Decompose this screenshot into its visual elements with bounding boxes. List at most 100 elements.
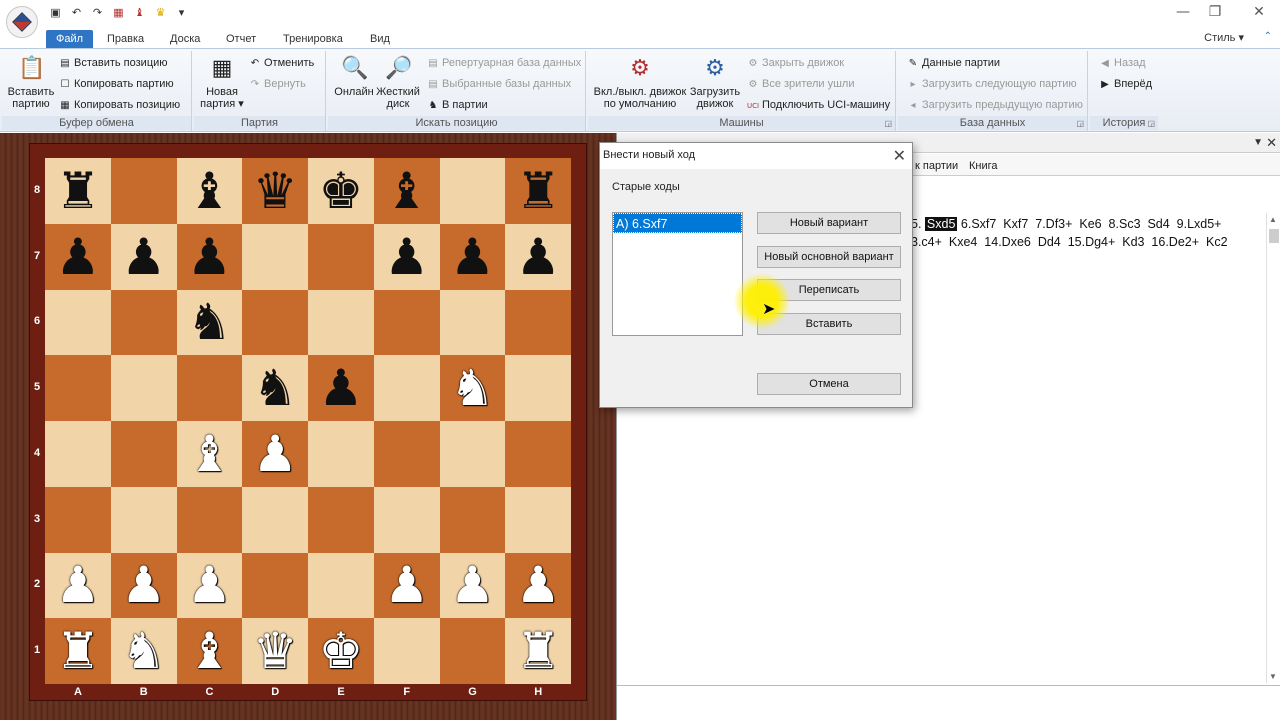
square-a3[interactable] — [45, 486, 111, 553]
game-data-button[interactable]: ✎ Данные партии — [906, 55, 1000, 71]
tab-board[interactable]: Доска — [160, 30, 210, 48]
black-king-icon[interactable]: ♚ — [318, 166, 363, 216]
copy-game-button[interactable]: ☐ Копировать партию — [58, 76, 174, 92]
square-h7[interactable]: ♟ — [505, 223, 571, 290]
square-a1[interactable]: ♜ — [45, 618, 111, 684]
engines-launcher-icon[interactable]: ◲ — [884, 119, 892, 128]
square-g4[interactable] — [439, 421, 506, 487]
black-bishop-icon[interactable]: ♝ — [187, 166, 232, 216]
history-launcher-icon[interactable]: ◲ — [1147, 119, 1155, 128]
tab-book[interactable]: Книга — [965, 157, 1002, 175]
black-pawn-icon[interactable]: ♟ — [187, 232, 232, 282]
square-a8[interactable]: ♜ — [45, 158, 111, 224]
square-f5[interactable] — [373, 355, 440, 421]
square-g2[interactable]: ♟ — [439, 552, 506, 619]
save-icon[interactable]: ▣ — [48, 6, 63, 21]
connect-uci-button[interactable]: UCI Подключить UCI-машину — [746, 97, 890, 113]
white-queen-icon[interactable]: ♛ — [253, 626, 298, 676]
black-rook-icon[interactable]: ♜ — [55, 166, 100, 216]
square-a2[interactable]: ♟ — [45, 552, 111, 619]
square-e5[interactable]: ♟ — [308, 355, 374, 421]
square-b4[interactable] — [110, 421, 177, 487]
square-f8[interactable]: ♝ — [373, 158, 440, 224]
toggle-engine-button[interactable]: ⚙ Вкл./выкл. движок по умолчанию — [592, 55, 688, 110]
style-menu[interactable]: Стиль ▾ — [1204, 31, 1244, 44]
square-e3[interactable] — [308, 486, 374, 553]
square-c7[interactable]: ♟ — [176, 223, 243, 290]
square-h3[interactable] — [505, 486, 571, 553]
white-king-icon[interactable]: ♚ — [318, 626, 363, 676]
square-a4[interactable] — [45, 421, 111, 487]
white-bishop-icon[interactable]: ♝ — [187, 626, 232, 676]
collapse-ribbon-icon[interactable]: ⌃ — [1264, 31, 1272, 42]
forward-button[interactable]: ▶ Вперёд — [1098, 76, 1152, 92]
cancel-button[interactable]: Отмена — [757, 373, 901, 395]
square-b8[interactable] — [110, 158, 177, 224]
white-pawn-icon[interactable]: ♟ — [187, 560, 232, 610]
piece-icon[interactable]: ♝ — [132, 6, 147, 21]
square-g8[interactable] — [439, 158, 506, 224]
scroll-down-icon[interactable]: ▼ — [1269, 672, 1277, 681]
square-f1[interactable] — [373, 618, 440, 684]
black-bishop-icon[interactable]: ♝ — [384, 166, 429, 216]
dialog-close-icon[interactable]: ✕ — [893, 146, 906, 165]
square-g7[interactable]: ♟ — [439, 223, 506, 290]
square-f7[interactable]: ♟ — [373, 223, 440, 290]
black-knight-icon[interactable]: ♞ — [253, 363, 298, 413]
square-d6[interactable] — [242, 289, 308, 356]
square-c4[interactable]: ♝ — [176, 421, 243, 487]
square-h8[interactable]: ♜ — [505, 158, 571, 224]
square-f6[interactable] — [373, 289, 440, 356]
white-pawn-icon[interactable]: ♟ — [516, 560, 561, 610]
square-b5[interactable] — [110, 355, 177, 421]
undo-button[interactable]: ↶ Отменить — [248, 55, 314, 71]
square-c3[interactable] — [176, 486, 243, 553]
old-moves-list[interactable]: A) 6.Sxf7 — [612, 212, 743, 336]
square-f2[interactable]: ♟ — [373, 552, 440, 619]
square-c1[interactable]: ♝ — [176, 618, 243, 684]
copy-position-button[interactable]: ▦ Копировать позицию — [58, 97, 180, 113]
square-b2[interactable]: ♟ — [110, 552, 177, 619]
board-icon[interactable]: ▦ — [111, 6, 126, 21]
square-d7[interactable] — [242, 223, 308, 290]
square-e7[interactable] — [308, 223, 374, 290]
square-d1[interactable]: ♛ — [242, 618, 308, 684]
square-c2[interactable]: ♟ — [176, 552, 243, 619]
load-engine-button[interactable]: ⚙ Загрузить движок — [688, 55, 742, 110]
black-rook-icon[interactable]: ♜ — [516, 166, 561, 216]
square-h4[interactable] — [505, 421, 571, 487]
square-h5[interactable] — [505, 355, 571, 421]
square-g3[interactable] — [439, 486, 506, 553]
black-queen-icon[interactable]: ♛ — [253, 166, 298, 216]
square-d3[interactable] — [242, 486, 308, 553]
square-d5[interactable]: ♞ — [242, 355, 308, 421]
white-knight-icon[interactable]: ♞ — [121, 626, 166, 676]
square-c5[interactable] — [176, 355, 243, 421]
square-d8[interactable]: ♛ — [242, 158, 308, 224]
square-b1[interactable]: ♞ — [110, 618, 177, 684]
square-a5[interactable] — [45, 355, 111, 421]
minimize-button[interactable]: — — [1168, 4, 1198, 20]
new-variation-button[interactable]: Новый вариант — [757, 212, 901, 234]
square-d4[interactable]: ♟ — [242, 421, 308, 487]
redo-icon[interactable]: ↷ — [90, 6, 105, 21]
undo-icon[interactable]: ↶ — [69, 6, 84, 21]
square-e2[interactable] — [308, 552, 374, 619]
white-pawn-icon[interactable]: ♟ — [121, 560, 166, 610]
white-knight-icon[interactable]: ♞ — [450, 363, 495, 413]
tab-report[interactable]: Отчет — [216, 30, 266, 48]
square-e1[interactable]: ♚ — [308, 618, 374, 684]
black-pawn-icon[interactable]: ♟ — [121, 232, 166, 282]
current-move-highlight[interactable]: Sxd5 — [924, 217, 958, 231]
white-pawn-icon[interactable]: ♟ — [253, 429, 298, 479]
square-e8[interactable]: ♚ — [308, 158, 374, 224]
square-c6[interactable]: ♞ — [176, 289, 243, 356]
square-e6[interactable] — [308, 289, 374, 356]
square-b6[interactable] — [110, 289, 177, 356]
notation-scrollbar[interactable]: ▲ ▼ — [1266, 213, 1280, 683]
close-window-button[interactable]: ✕ — [1244, 4, 1274, 20]
black-pawn-icon[interactable]: ♟ — [318, 363, 363, 413]
tab-edit[interactable]: Правка — [97, 30, 154, 48]
square-b3[interactable] — [110, 486, 177, 553]
white-pawn-icon[interactable]: ♟ — [450, 560, 495, 610]
